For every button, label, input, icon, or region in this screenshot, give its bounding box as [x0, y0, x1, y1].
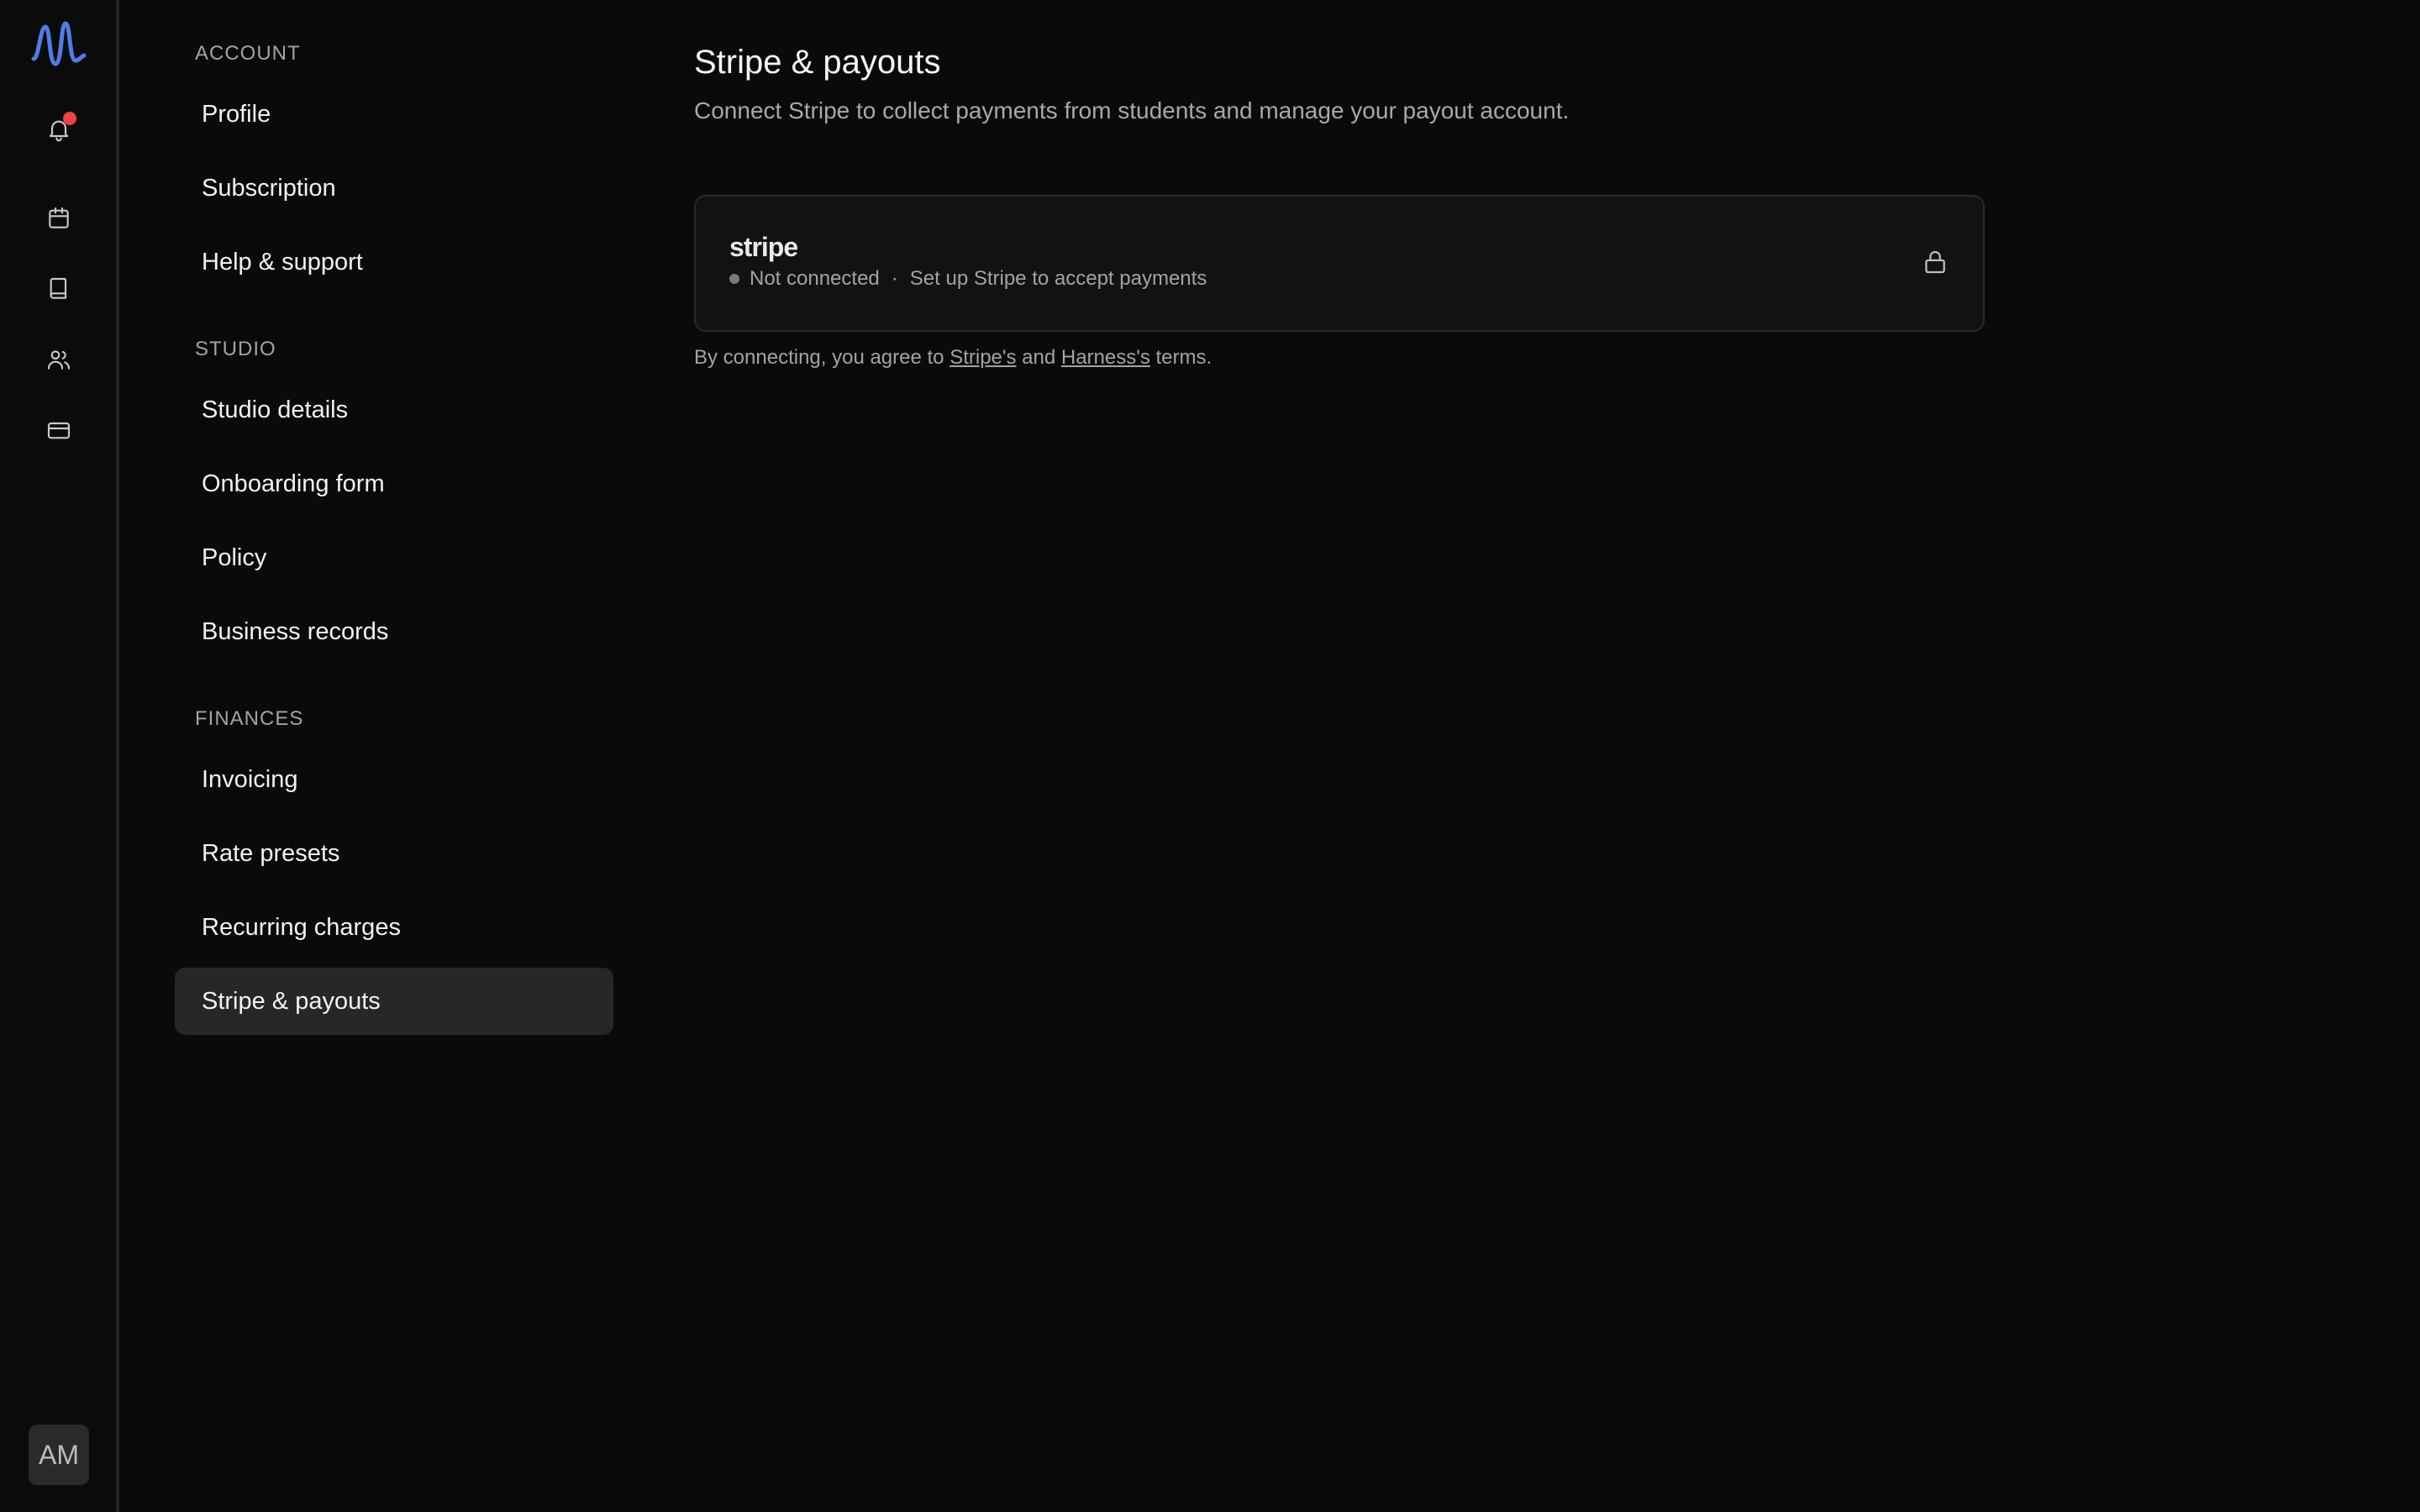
- icon-rail: AM: [0, 0, 119, 1512]
- page-subtitle: Connect Stripe to collect payments from …: [694, 97, 1570, 123]
- status-separator: ·: [891, 267, 898, 290]
- users-icon: [47, 350, 71, 370]
- credit-card-icon: [47, 422, 71, 439]
- settings-nav: ACCOUNT Profile Subscription Help & supp…: [123, 0, 627, 1512]
- calendar-icon: [49, 207, 69, 228]
- calendar-button[interactable]: [39, 198, 79, 239]
- nav-section-account: ACCOUNT: [195, 42, 301, 65]
- nav-item-business-records[interactable]: Business records: [175, 598, 613, 665]
- notifications-button[interactable]: [39, 109, 79, 150]
- nav-item-help-support[interactable]: Help & support: [175, 228, 613, 296]
- nav-section-finances: FINANCES: [195, 707, 304, 730]
- library-button[interactable]: [39, 269, 79, 309]
- status-text: Not connected: [750, 267, 880, 290]
- harness-terms-link[interactable]: Harness's: [1061, 346, 1150, 369]
- logo-icon[interactable]: [30, 17, 87, 74]
- page-title: Stripe & payouts: [694, 44, 941, 81]
- connection-status: Not connected · Set up Stripe to accept …: [729, 267, 1207, 291]
- nav-item-profile[interactable]: Profile: [175, 81, 613, 148]
- nav-section-studio: STUDIO: [195, 338, 276, 360]
- notification-badge: [63, 112, 76, 125]
- book-icon: [50, 277, 67, 299]
- status-dot: [729, 274, 739, 284]
- students-button[interactable]: [39, 339, 79, 380]
- nav-item-studio-details[interactable]: Studio details: [175, 376, 613, 444]
- nav-item-stripe-payouts[interactable]: Stripe & payouts: [175, 968, 613, 1035]
- nav-item-onboarding-form[interactable]: Onboarding form: [175, 450, 613, 517]
- stripe-logo: stripe: [729, 232, 798, 262]
- nav-item-recurring-charges[interactable]: Recurring charges: [175, 894, 613, 961]
- nav-item-subscription[interactable]: Subscription: [175, 155, 613, 222]
- nav-item-rate-presets[interactable]: Rate presets: [175, 820, 613, 887]
- stripe-connect-card[interactable]: stripe Not connected · Set up Stripe to …: [694, 195, 1985, 332]
- billing-button[interactable]: [39, 410, 79, 450]
- user-avatar[interactable]: AM: [29, 1425, 89, 1485]
- stripe-terms-link[interactable]: Stripe's: [950, 346, 1016, 369]
- lock-icon: [1921, 247, 1949, 277]
- nav-item-policy[interactable]: Policy: [175, 524, 613, 591]
- terms-text: By connecting, you agree to Stripe's and…: [694, 346, 1213, 369]
- nav-item-invoicing[interactable]: Invoicing: [175, 746, 613, 813]
- status-description: Set up Stripe to accept payments: [909, 267, 1207, 290]
